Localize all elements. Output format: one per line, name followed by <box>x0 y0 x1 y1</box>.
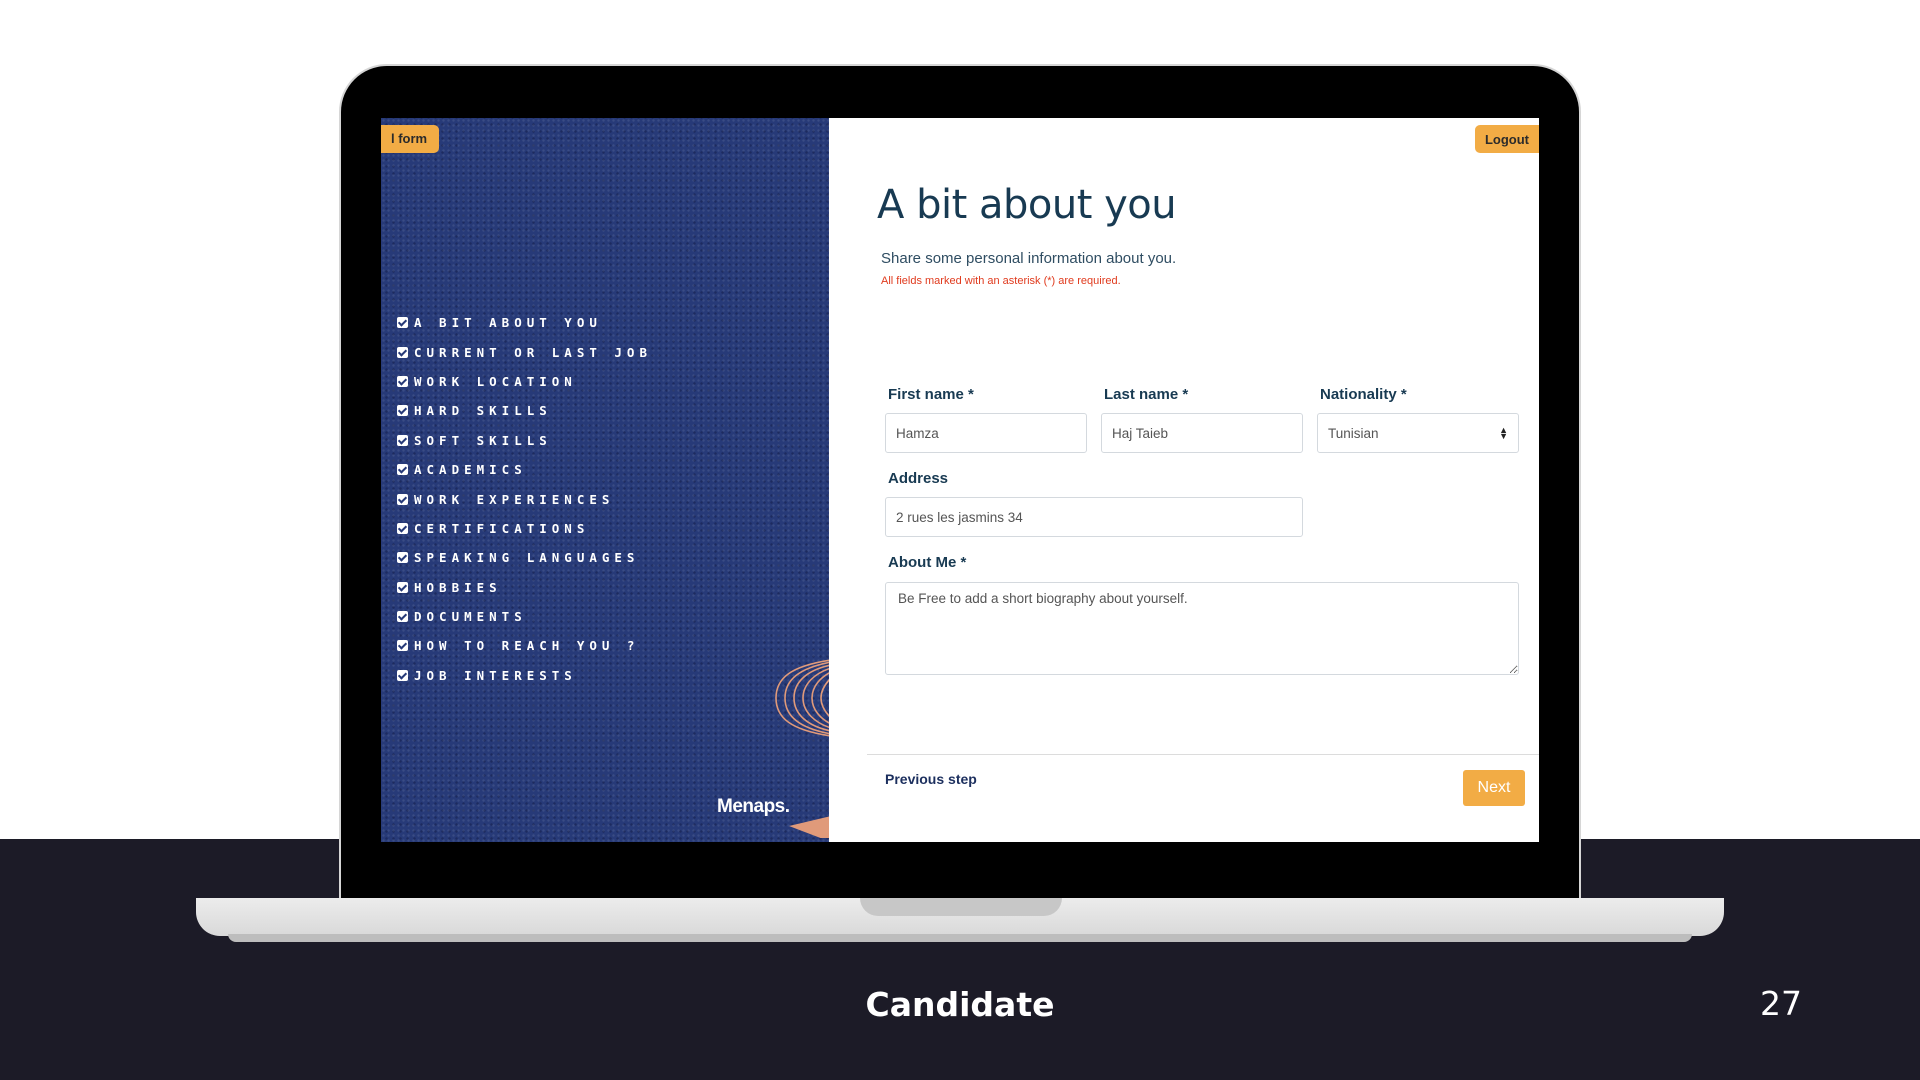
laptop-notch <box>860 898 1062 916</box>
checkbox-checked-icon <box>397 375 408 387</box>
step-item[interactable]: Certifications <box>397 514 652 543</box>
required-fields-note: All fields marked with an asterisk (*) a… <box>881 275 1121 287</box>
step-label: Job interests <box>414 667 577 683</box>
step-item[interactable]: Current or last job <box>397 337 652 366</box>
first-name-label: First name * <box>888 386 974 403</box>
step-label: Speaking languages <box>414 550 640 566</box>
checkbox-checked-icon <box>397 464 408 476</box>
step-label: Soft skills <box>414 432 552 448</box>
step-item[interactable]: Work experiences <box>397 484 652 513</box>
step-label: Hobbies <box>414 579 502 595</box>
about-me-label: About Me * <box>888 554 967 571</box>
checkbox-checked-icon <box>397 669 408 681</box>
checkbox-checked-icon <box>397 493 408 505</box>
address-field[interactable] <box>885 497 1303 537</box>
step-label: Academics <box>414 462 527 478</box>
step-label: Current or last job <box>414 344 652 360</box>
next-button[interactable]: Next <box>1463 770 1525 806</box>
step-item[interactable]: Documents <box>397 602 652 631</box>
nationality-label: Nationality * <box>1320 386 1407 403</box>
about-me-textarea[interactable] <box>885 582 1519 675</box>
balloon-illustration <box>775 659 829 838</box>
step-label: A bit about you <box>414 315 602 331</box>
address-label: Address <box>888 470 949 487</box>
checkbox-checked-icon <box>397 581 408 593</box>
form-divider <box>867 754 1539 755</box>
checkbox-checked-icon <box>397 434 408 446</box>
step-item[interactable]: Job interests <box>397 661 652 690</box>
step-item[interactable]: Hard skills <box>397 396 652 425</box>
step-item[interactable]: Hobbies <box>397 573 652 602</box>
step-label: Certifications <box>414 520 590 536</box>
form-panel: Logout A bit about you Share some person… <box>829 118 1539 842</box>
step-item[interactable]: Work location <box>397 367 652 396</box>
step-item[interactable]: A bit about you <box>397 308 652 337</box>
step-item[interactable]: How to reach you ? <box>397 631 652 660</box>
last-name-field[interactable] <box>1101 413 1303 453</box>
logout-button[interactable]: Logout <box>1474 125 1539 153</box>
step-label: Work experiences <box>414 491 615 507</box>
nationality-selected-value: Tunisian <box>1328 425 1379 441</box>
slide-page-number: 27 <box>1760 984 1802 1023</box>
form-tag-button[interactable]: l form <box>381 125 440 153</box>
step-label: Hard skills <box>414 403 552 419</box>
step-label: Work location <box>414 373 577 389</box>
step-item[interactable]: Soft skills <box>397 426 652 455</box>
step-item[interactable]: Speaking languages <box>397 543 652 572</box>
select-arrows-icon: ▲ ▼ <box>1499 425 1508 441</box>
step-label: How to reach you ? <box>414 638 640 654</box>
slide-title: Candidate <box>865 985 1055 1024</box>
checkbox-checked-icon <box>397 346 408 358</box>
checkbox-checked-icon <box>397 552 408 564</box>
last-name-label: Last name * <box>1104 386 1189 403</box>
brand-logo: Menaps. <box>717 796 790 817</box>
checkbox-checked-icon <box>397 317 408 329</box>
checkbox-checked-icon <box>397 522 408 534</box>
step-item[interactable]: Academics <box>397 455 652 484</box>
checkbox-checked-icon <box>397 640 408 652</box>
checkbox-checked-icon <box>397 611 408 623</box>
page-subtitle: Share some personal information about yo… <box>881 250 1177 267</box>
nationality-select[interactable]: Tunisian ▲ ▼ <box>1317 413 1519 453</box>
step-checklist: A bit about you Current or last job Work… <box>397 308 652 690</box>
step-label: Documents <box>414 609 527 625</box>
sidebar-panel: l form A bit about you Current or last j… <box>381 118 829 842</box>
page-title: A bit about you <box>877 182 1177 228</box>
checkbox-checked-icon <box>397 405 408 417</box>
laptop-screen: l form A bit about you Current or last j… <box>381 118 1539 842</box>
previous-step-link[interactable]: Previous step <box>885 771 977 787</box>
laptop-base-foot <box>228 934 1692 942</box>
first-name-field[interactable] <box>885 413 1087 453</box>
